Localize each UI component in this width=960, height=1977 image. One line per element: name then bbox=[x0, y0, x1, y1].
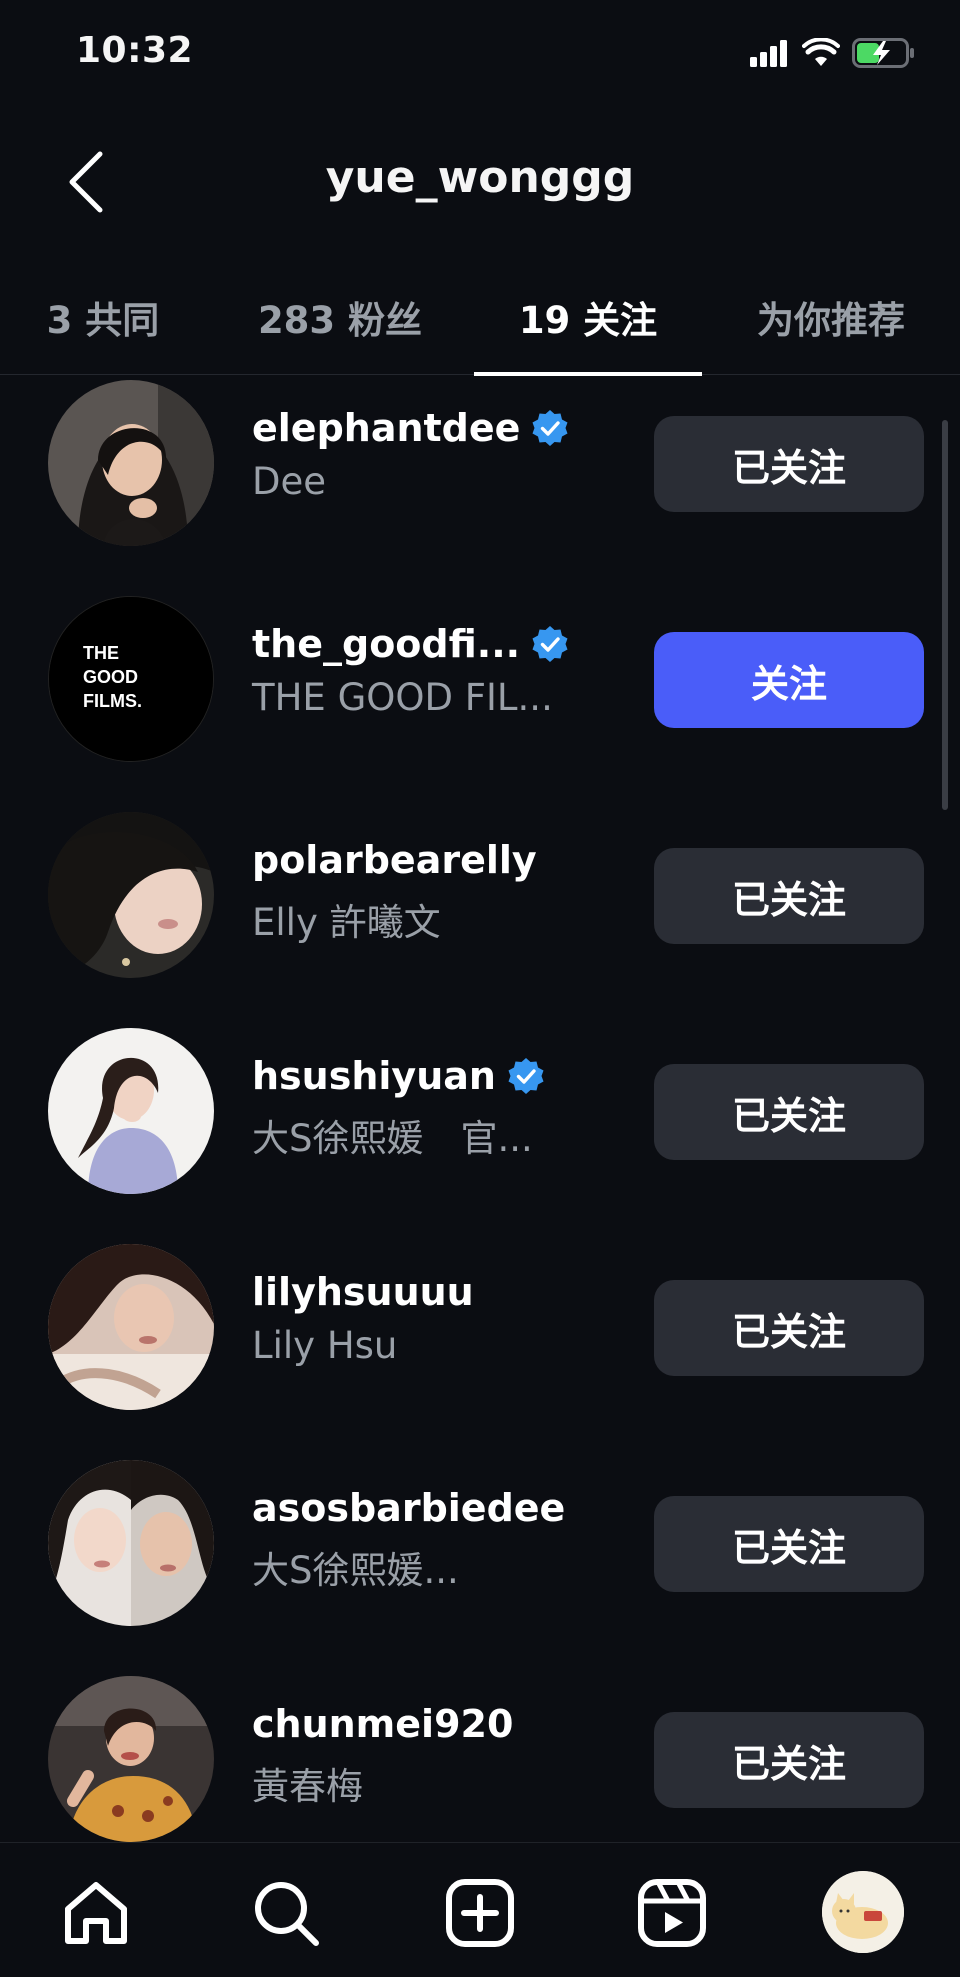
account-names: hsushiyuan 大S徐熙媛 官... bbox=[252, 1054, 582, 1162]
tab-label: 19 关注 bbox=[518, 299, 658, 342]
follow-button[interactable]: 关注 bbox=[654, 632, 924, 728]
tab-bar: 3 共同 283 粉丝 19 关注 为你推荐 bbox=[0, 260, 960, 376]
nav-create[interactable] bbox=[440, 1873, 520, 1953]
search-icon bbox=[255, 1882, 319, 1946]
following-button[interactable]: 已关注 bbox=[654, 416, 924, 512]
following-button[interactable]: 已关注 bbox=[654, 1280, 924, 1376]
avatar[interactable] bbox=[48, 1460, 214, 1626]
scrollbar[interactable] bbox=[942, 420, 948, 810]
bottom-nav bbox=[0, 1842, 960, 1977]
username[interactable]: lilyhsuuuu bbox=[252, 1270, 474, 1314]
reels-icon bbox=[638, 1879, 706, 1947]
list-item[interactable]: THE GOOD FILMS. the_goodfi... THE GOOD F… bbox=[0, 592, 960, 808]
tab-followers[interactable]: 283 粉丝 bbox=[206, 260, 474, 374]
account-names: the_goodfi... THE GOOD FIL... bbox=[252, 622, 582, 719]
wifi-icon bbox=[802, 38, 840, 66]
header: yue_wonggg bbox=[0, 120, 960, 240]
username[interactable]: elephantdee bbox=[252, 406, 520, 450]
home-icon bbox=[65, 1882, 127, 1944]
tab-label: 为你推荐 bbox=[757, 299, 905, 342]
avatar[interactable] bbox=[48, 1028, 214, 1194]
avatar[interactable] bbox=[48, 380, 214, 546]
verified-badge-icon bbox=[532, 410, 568, 446]
full-name: 大S徐熙媛 官... bbox=[252, 1117, 533, 1160]
username[interactable]: asosbarbiedee bbox=[252, 1486, 565, 1530]
following-button[interactable]: 已关注 bbox=[654, 848, 924, 944]
status-bar: 10:32 bbox=[0, 0, 960, 110]
tab-suggested[interactable]: 为你推荐 bbox=[702, 260, 960, 374]
following-list: elephantdee Dee 已关注 THE GOOD FILMS. the_… bbox=[0, 376, 960, 1888]
verified-badge-icon bbox=[532, 626, 568, 662]
status-icons bbox=[750, 38, 916, 68]
nav-home[interactable] bbox=[56, 1873, 136, 1953]
status-time: 10:32 bbox=[76, 30, 194, 71]
cellular-signal-icon bbox=[750, 40, 787, 67]
list-item[interactable]: polarbearelly Elly 許曦文 已关注 bbox=[0, 808, 960, 1024]
avatar[interactable] bbox=[48, 1244, 214, 1410]
account-names: polarbearelly Elly 許曦文 bbox=[252, 838, 582, 946]
verified-badge-icon bbox=[508, 1058, 544, 1094]
account-names: chunmei920 黃春梅 bbox=[252, 1702, 582, 1810]
svg-text:GOOD: GOOD bbox=[83, 667, 138, 687]
battery-charging-icon bbox=[852, 38, 914, 68]
account-names: elephantdee Dee bbox=[252, 406, 582, 503]
svg-text:FILMS.: FILMS. bbox=[83, 691, 142, 711]
list-item[interactable]: hsushiyuan 大S徐熙媛 官... 已关注 bbox=[0, 1024, 960, 1240]
profile-avatar[interactable] bbox=[822, 1871, 904, 1953]
full-name: 黃春梅 bbox=[252, 1765, 363, 1808]
avatar[interactable] bbox=[48, 1676, 214, 1842]
following-button[interactable]: 已关注 bbox=[654, 1712, 924, 1808]
tab-label: 3 共同 bbox=[46, 299, 160, 342]
username[interactable]: polarbearelly bbox=[252, 838, 537, 882]
tab-following[interactable]: 19 关注 bbox=[474, 260, 702, 376]
account-names: asosbarbiedee 大S徐熙媛... bbox=[252, 1486, 582, 1594]
tab-mutual[interactable]: 3 共同 bbox=[0, 260, 206, 374]
list-item[interactable]: asosbarbiedee 大S徐熙媛... 已关注 bbox=[0, 1456, 960, 1672]
full-name: Lily Hsu bbox=[252, 1324, 398, 1367]
page-title: yue_wonggg bbox=[325, 152, 635, 203]
account-names: lilyhsuuuu Lily Hsu bbox=[252, 1270, 582, 1367]
profile-cat-illustration bbox=[822, 1871, 904, 1953]
create-icon bbox=[446, 1879, 514, 1947]
full-name: Elly 許曦文 bbox=[252, 901, 441, 944]
avatar[interactable]: THE GOOD FILMS. bbox=[48, 596, 214, 762]
avatar-logo-text: THE bbox=[83, 643, 119, 663]
list-item[interactable]: elephantdee Dee 已关注 bbox=[0, 376, 960, 592]
full-name: Dee bbox=[252, 460, 327, 503]
username[interactable]: chunmei920 bbox=[252, 1702, 513, 1746]
nav-search[interactable] bbox=[246, 1873, 326, 1953]
following-button[interactable]: 已关注 bbox=[654, 1496, 924, 1592]
full-name: 大S徐熙媛... bbox=[252, 1549, 459, 1592]
username[interactable]: hsushiyuan bbox=[252, 1054, 496, 1098]
list-item[interactable]: lilyhsuuuu Lily Hsu 已关注 bbox=[0, 1240, 960, 1456]
avatar[interactable] bbox=[48, 812, 214, 978]
username[interactable]: the_goodfi... bbox=[252, 622, 520, 666]
full-name: THE GOOD FIL... bbox=[252, 676, 553, 719]
following-button[interactable]: 已关注 bbox=[654, 1064, 924, 1160]
tab-label: 283 粉丝 bbox=[257, 299, 423, 342]
nav-reels[interactable] bbox=[632, 1873, 712, 1953]
